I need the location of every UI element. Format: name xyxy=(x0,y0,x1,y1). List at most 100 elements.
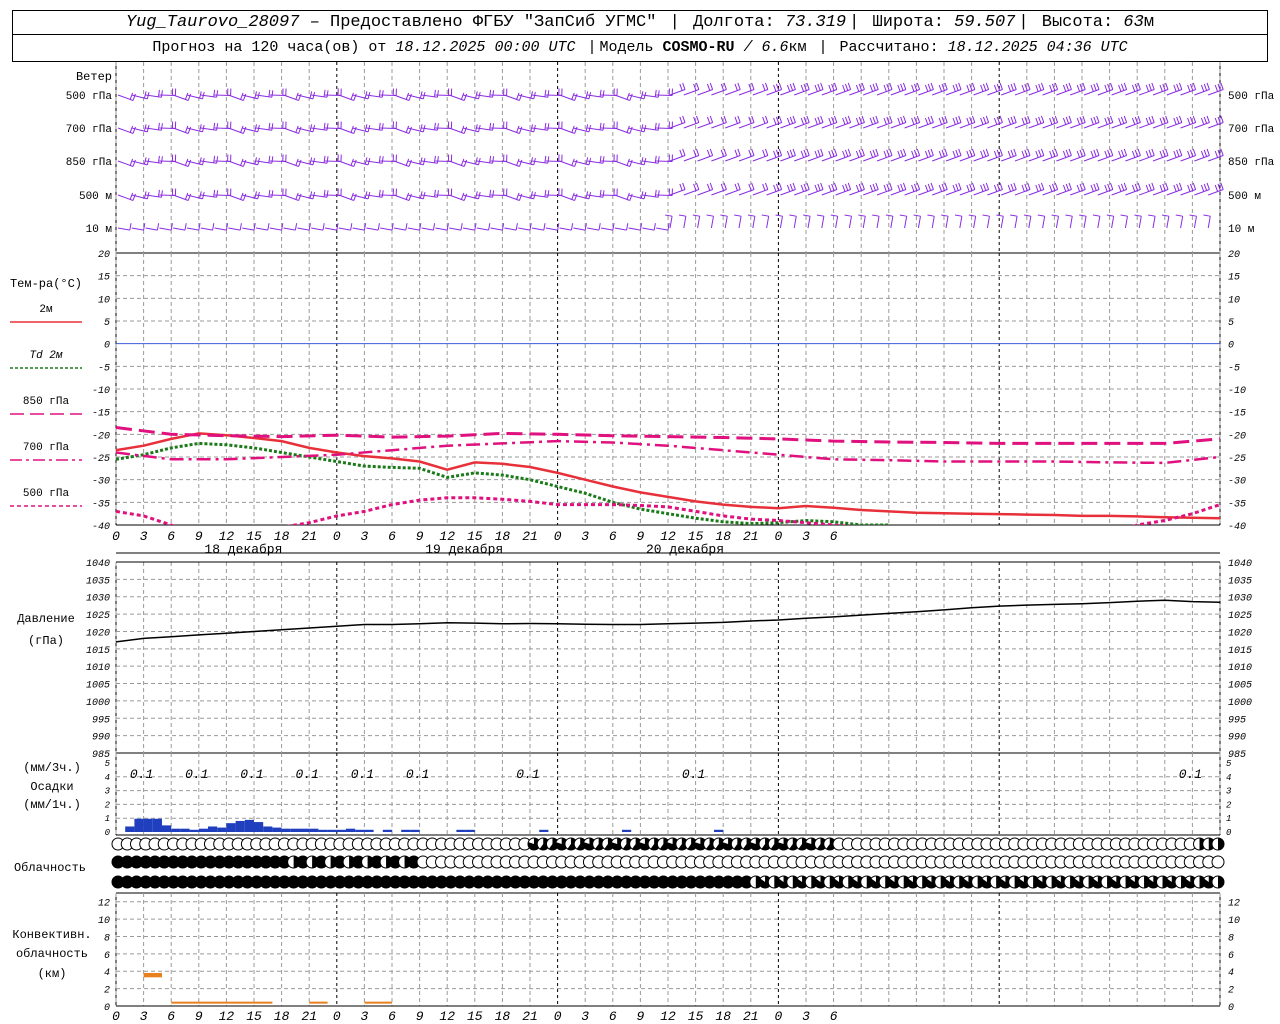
wind-barb-feather xyxy=(982,83,987,91)
wind-barb-feather xyxy=(184,158,189,166)
wind-barb xyxy=(656,127,673,130)
wind-barb xyxy=(725,189,741,196)
wind-barb-feather xyxy=(1159,184,1163,192)
wind-barb-feather xyxy=(298,93,302,101)
wind-barb xyxy=(311,227,324,231)
wind-barb-feather xyxy=(751,82,755,90)
wind-barb-feather xyxy=(786,117,791,125)
wind-barb xyxy=(959,216,963,229)
pressure-ytick-right: 1015 xyxy=(1228,646,1252,657)
cloud-symbol xyxy=(1211,855,1225,869)
wind-barb-feather xyxy=(1176,116,1180,124)
wind-barb xyxy=(614,227,627,231)
wind-barb-feather xyxy=(1104,117,1108,125)
wind-barb-feather xyxy=(240,192,244,200)
wind-level-label-right: 850 гПа xyxy=(1228,157,1275,169)
wind-barb-feather xyxy=(773,150,777,158)
wind-barb xyxy=(807,122,824,129)
wind-barb-feather xyxy=(1109,182,1114,190)
wind-barb xyxy=(711,189,727,196)
wind-barb-feather xyxy=(762,116,766,124)
precip-ytick-right: 3 xyxy=(1226,787,1232,797)
wind-barb-feather xyxy=(1027,182,1031,190)
temp-ytick-right: -5 xyxy=(1228,363,1240,374)
wind-barb-feather xyxy=(381,90,384,98)
precip-bar xyxy=(346,828,356,832)
wind-barb-feather xyxy=(764,148,769,156)
time-tick-label-bottom: 3 xyxy=(360,1009,368,1024)
wind-barb-feather xyxy=(1118,150,1122,158)
wind-barb-feather xyxy=(1176,183,1180,191)
wind-barb-feather xyxy=(1007,84,1012,92)
wind-barb xyxy=(1014,189,1031,196)
wind-barb xyxy=(1208,189,1224,196)
wind-barb-feather xyxy=(789,183,794,191)
wind-barb-feather xyxy=(993,117,998,125)
wind-barb-feather xyxy=(875,182,879,190)
wind-barb-feather xyxy=(1145,150,1150,158)
wind-barb xyxy=(835,189,851,196)
wind-barb-feather xyxy=(242,159,247,167)
wind-barb-feather xyxy=(602,156,605,164)
precip-annotation: 0.1 xyxy=(130,767,153,782)
wind-barb-feather xyxy=(132,193,136,201)
wind-barb-feather xyxy=(833,82,838,90)
wind-barb xyxy=(1166,89,1183,96)
wind-barb-feather xyxy=(518,93,523,101)
wind-barb xyxy=(1208,89,1224,96)
wind-barb-feather xyxy=(982,149,987,157)
wind-barb-feather xyxy=(518,193,523,201)
wind-barb-feather xyxy=(955,116,959,124)
wind-barb-feather xyxy=(1068,82,1072,90)
wind-barb xyxy=(932,89,948,96)
wind-barb xyxy=(435,94,452,97)
wind-barb xyxy=(863,189,879,196)
wind-barb-feather xyxy=(938,184,943,192)
wind-barb-feather xyxy=(602,90,605,98)
pressure-ytick-right: 1040 xyxy=(1228,559,1252,570)
wind-barb xyxy=(380,160,397,163)
pressure-ytick-right: 1005 xyxy=(1228,681,1252,692)
wind-barb xyxy=(159,227,172,231)
wind-barb xyxy=(725,89,741,96)
wind-barb-feather xyxy=(460,158,465,166)
wind-barb-feather xyxy=(952,84,956,92)
precip-bar xyxy=(714,829,724,832)
wind-barb xyxy=(1083,155,1100,162)
wind-barb-feather xyxy=(762,83,766,91)
wind-barb-feather xyxy=(993,150,998,158)
wind-barb-feather xyxy=(814,84,818,92)
wind-barb-feather xyxy=(1175,214,1183,217)
wind-barb-feather xyxy=(778,148,783,156)
wind-barb xyxy=(1138,216,1142,229)
wind-barb-feather xyxy=(980,150,984,158)
wind-barb xyxy=(159,160,176,163)
wind-barb-feather xyxy=(1192,148,1197,156)
wind-barb-feather xyxy=(516,125,520,133)
wind-barb-feather xyxy=(875,148,879,156)
wind-barb-feather xyxy=(985,82,990,90)
wind-barb xyxy=(1125,189,1141,196)
wind-barb xyxy=(959,189,976,196)
wind-barb xyxy=(1111,189,1127,196)
wind-barb xyxy=(269,194,286,197)
time-tick-label-bottom: 15 xyxy=(467,1009,483,1024)
conv-cloud-bar xyxy=(143,972,162,978)
wind-barb-feather xyxy=(764,182,769,190)
wind-barb-feather xyxy=(326,190,329,198)
wind-barb-feather xyxy=(682,148,686,156)
wind-barb xyxy=(1194,89,1210,96)
wind-barb-feather xyxy=(405,125,410,133)
wind-barb-feather xyxy=(734,149,738,157)
temp-ytick-left: 5 xyxy=(104,318,110,329)
wind-barb-feather xyxy=(187,193,192,201)
wind-barb-feather xyxy=(709,82,714,90)
wind-barb-feather xyxy=(764,82,769,90)
wind-barb xyxy=(1139,189,1155,196)
wind-panel-title: Ветер xyxy=(76,70,112,84)
wind-barb-feather xyxy=(842,184,846,192)
wind-barb-feather xyxy=(842,117,846,125)
wind-barb-feather xyxy=(885,214,893,217)
wind-barb-feather xyxy=(1065,183,1070,191)
wind-barb-feather xyxy=(1120,183,1125,191)
